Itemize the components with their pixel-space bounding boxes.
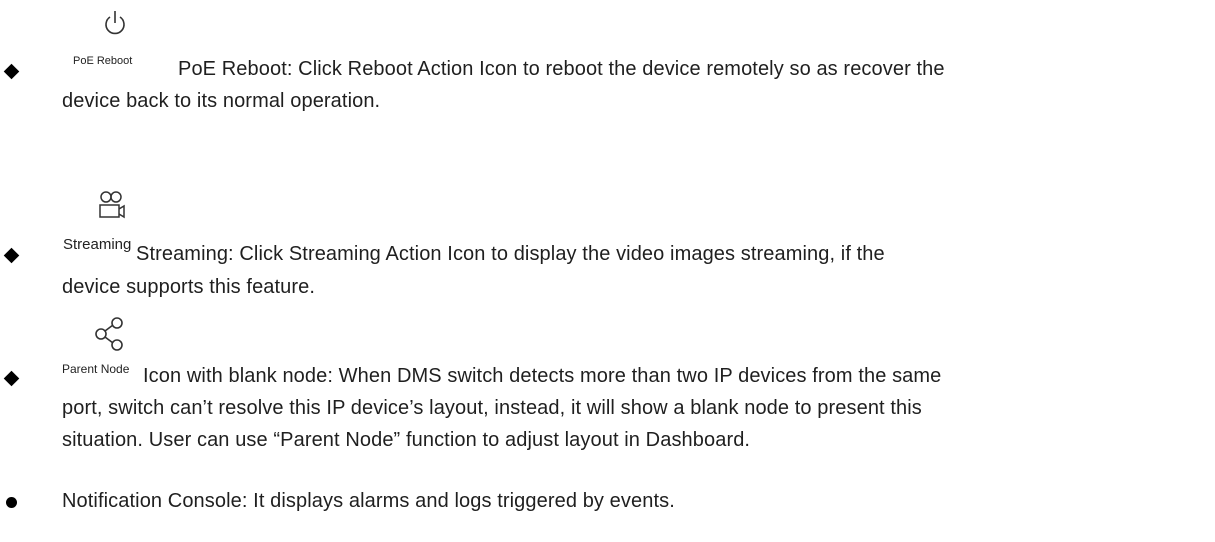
camera-icon [99, 191, 125, 219]
diamond-bullet [3, 247, 20, 264]
circle-bullet [6, 497, 17, 508]
poe-reboot-caption: PoE Reboot [73, 55, 133, 67]
streaming-text-line-1: Streaming: Click Streaming Action Icon t… [136, 243, 885, 265]
parent-node-text-line-3: situation. User can use “Parent Node” fu… [62, 429, 751, 451]
notification-text: Notification Console: It displays alarms… [62, 490, 675, 512]
parent-node-text-line-1: Icon with blank node: When DMS switch de… [143, 365, 942, 387]
power-icon [105, 11, 125, 35]
poe-reboot-text-line-2: device back to its normal operation. [62, 90, 381, 112]
poe-reboot-text-line-1: PoE Reboot: Click Reboot Action Icon to … [178, 58, 945, 80]
diamond-bullet [3, 63, 20, 80]
diamond-bullet [3, 370, 20, 387]
parent-node-caption: Parent Node [62, 362, 130, 376]
parent-node-text-line-2: port, switch can’t resolve this IP devic… [62, 397, 922, 419]
streaming-text-line-2: device supports this feature. [62, 276, 316, 298]
streaming-caption: Streaming [63, 236, 132, 253]
share-nodes-icon [95, 317, 123, 351]
